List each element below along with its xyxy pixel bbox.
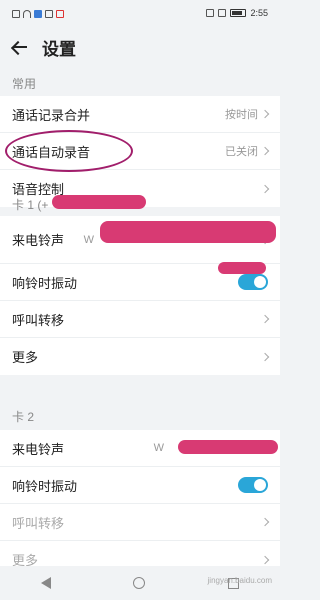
row-value: W xyxy=(153,442,164,454)
vibrate-toggle[interactable] xyxy=(238,477,268,493)
section-label-card1: 卡 1 (+ xyxy=(12,198,49,212)
chevron-right-icon xyxy=(260,517,270,527)
app-notification-icon xyxy=(34,10,42,18)
nav-home-icon[interactable] xyxy=(133,577,146,589)
row-card1-call-forward[interactable]: 呼叫转移 xyxy=(0,301,280,338)
nav-back-icon[interactable] xyxy=(41,577,52,589)
notification-icon xyxy=(56,10,64,18)
alarm-icon xyxy=(206,9,215,17)
redaction-mark xyxy=(178,440,278,454)
row-label: 呼叫转移 xyxy=(12,312,65,328)
row-value-group xyxy=(260,184,270,193)
row-value-group: 已关闭 xyxy=(225,143,270,159)
chevron-right-icon xyxy=(260,314,270,324)
redaction-mark xyxy=(52,195,146,209)
row-card2-call-forward[interactable]: 呼叫转移 xyxy=(0,504,280,541)
chevron-right-icon xyxy=(260,555,270,564)
row-label: 来电铃声 xyxy=(12,233,65,248)
status-icons-left xyxy=(12,10,64,18)
redaction-mark xyxy=(100,221,276,243)
row-label: 响铃时振动 xyxy=(12,478,78,494)
section-label-card2: 卡 2 xyxy=(12,410,35,424)
wifi-icon xyxy=(23,10,31,18)
row-value-group: 按时间 xyxy=(225,106,270,122)
gallery-icon xyxy=(45,10,53,18)
row-value: 按时间 xyxy=(225,109,258,121)
row-label: 响铃时振动 xyxy=(12,275,78,291)
watermark: jingyan.baidu.com xyxy=(207,576,272,585)
back-arrow-icon[interactable] xyxy=(12,39,28,55)
row-card1-more[interactable]: 更多 xyxy=(0,338,280,375)
row-label: 来电铃声 xyxy=(12,441,65,457)
chevron-right-icon xyxy=(260,109,270,119)
vibrate-icon xyxy=(218,9,227,17)
chevron-right-icon xyxy=(260,352,270,361)
redaction-mark xyxy=(218,262,266,274)
chevron-right-icon xyxy=(260,146,270,156)
status-icons-right: 2:55 xyxy=(206,8,268,18)
chevron-right-icon xyxy=(260,184,270,193)
section-label-common: 常用 xyxy=(12,77,37,91)
row-label: 呼叫转移 xyxy=(12,515,65,531)
row-value: W xyxy=(83,233,94,246)
page-title: 设置 xyxy=(42,39,76,59)
row-label: 更多 xyxy=(12,350,39,365)
sim-icon xyxy=(12,10,20,18)
highlight-circle xyxy=(5,130,133,172)
row-label: 通话记录合并 xyxy=(12,107,91,123)
row-card2-vibrate: 响铃时振动 xyxy=(0,467,280,504)
row-call-log-merge[interactable]: 通话记录合并 按时间 xyxy=(0,96,280,133)
row-value: 已关闭 xyxy=(225,146,258,158)
status-bar: 2:55 xyxy=(0,0,280,30)
status-time: 2:55 xyxy=(250,8,268,18)
battery-icon xyxy=(230,9,247,17)
page-header: 设置 xyxy=(0,30,280,64)
vibrate-toggle[interactable] xyxy=(238,274,268,290)
